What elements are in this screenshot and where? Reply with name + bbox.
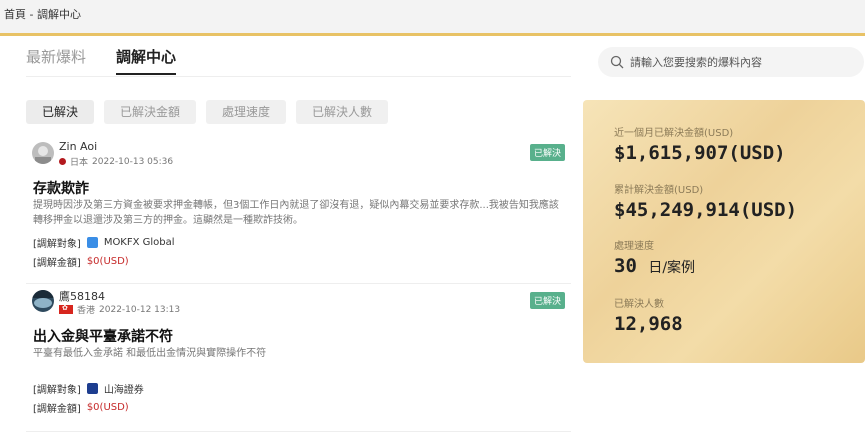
mediation-amount-label: [調解金額]: [33, 258, 81, 269]
broker-name[interactable]: 山海證券: [104, 381, 144, 396]
stat-monthly-resolved-amount: 近一個月已解決金額(USD) $1,615,907(USD): [614, 124, 786, 164]
mediation-amount-row: [調解金額] $0(USD): [33, 254, 129, 269]
location: 香港: [77, 306, 96, 316]
filter-resolved-count[interactable]: 已解決人數: [296, 100, 389, 124]
stat-label: 累計解決金額(USD): [614, 185, 704, 196]
search-icon: [610, 55, 624, 69]
breadcrumb[interactable]: 首頁 - 調解中心: [4, 6, 81, 22]
tab-bar: 最新爆料 調解中心: [26, 46, 177, 75]
japan-flag-icon: [59, 158, 66, 165]
stat-label: 近一個月已解決金額(USD): [614, 128, 734, 139]
top-bar: 首頁 - 調解中心: [0, 0, 865, 36]
broker-logo-icon: [86, 237, 98, 248]
user-name[interactable]: Zin Aoi: [59, 140, 97, 153]
search-box[interactable]: [598, 47, 864, 77]
filter-resolved[interactable]: 已解決: [26, 100, 95, 124]
stat-unit: 日/案例: [648, 260, 696, 276]
user-name[interactable]: 鷹58184: [59, 288, 105, 304]
hong-kong-flag-icon: [59, 304, 73, 314]
complaint-list: Zin Aoi 日本 2022-10-13 05:36 已解決 存款欺詐 提現時…: [26, 136, 571, 432]
complaint-description: 提現時因涉及第三方資金被要求押金轉帳，但3個工作日內就退了卻沒有退，疑似內幕交易…: [33, 200, 559, 226]
timestamp: 2022-10-12 13:13: [99, 304, 181, 315]
stat-number: 30: [614, 255, 637, 277]
complaint-title[interactable]: 出入金與平臺承諾不符: [33, 326, 173, 346]
mediation-amount: $0(USD): [86, 256, 129, 267]
filter-processing-speed[interactable]: 處理速度: [206, 100, 287, 124]
filter-bar: 已解決 已解決金額 處理速度 已解決人數: [26, 100, 389, 124]
complaint-card[interactable]: Zin Aoi 日本 2022-10-13 05:36 已解決 存款欺詐 提現時…: [26, 136, 571, 284]
broker-name[interactable]: MOKFX Global: [104, 237, 175, 248]
avatar[interactable]: [32, 142, 54, 164]
mediation-target-row: [調解對象] 山海證券: [33, 381, 144, 396]
divider: [26, 76, 571, 77]
complaint-description: 平臺有最低入金承諾 和最低出金情況與實際操作不符: [33, 348, 267, 359]
stat-resolved-count: 已解決人數 12,968: [614, 295, 683, 335]
search-input[interactable]: [630, 55, 850, 69]
tab-latest-exposure[interactable]: 最新爆料: [26, 46, 86, 75]
mediation-target-row: [調解對象] MOKFX Global: [33, 235, 175, 250]
avatar[interactable]: [32, 290, 54, 312]
stat-value: $45,249,914(USD): [614, 199, 798, 221]
location: 日本: [70, 158, 89, 168]
mediation-target-label: [調解對象]: [33, 239, 81, 250]
mediation-amount: $0(USD): [86, 402, 129, 413]
stat-value: 12,968: [614, 313, 683, 335]
stat-value: $1,615,907(USD): [614, 142, 786, 164]
timestamp: 2022-10-13 05:36: [92, 156, 174, 167]
stat-processing-speed: 處理速度 30 日/案例: [614, 237, 695, 277]
stats-panel: 近一個月已解決金額(USD) $1,615,907(USD) 累計解決金額(US…: [583, 100, 865, 363]
complaint-card[interactable]: 鷹58184 香港 2022-10-12 13:13 已解決 出入金與平臺承諾不…: [26, 284, 571, 432]
post-meta: 日本 2022-10-13 05:36: [59, 155, 173, 168]
stat-value: 30 日/案例: [614, 255, 695, 277]
status-badge: 已解決: [529, 292, 565, 309]
post-meta: 香港 2022-10-12 13:13: [59, 303, 180, 316]
status-badge: 已解決: [529, 144, 565, 161]
broker-logo-icon: [86, 383, 98, 394]
mediation-target-label: [調解對象]: [33, 385, 81, 396]
stat-total-resolved-amount: 累計解決金額(USD) $45,249,914(USD): [614, 181, 797, 221]
complaint-title[interactable]: 存款欺詐: [33, 178, 89, 198]
mediation-amount-label: [調解金額]: [33, 404, 81, 415]
tab-mediation-center[interactable]: 調解中心: [116, 46, 177, 75]
stat-label: 處理速度: [614, 241, 654, 252]
filter-resolved-amount[interactable]: 已解決金額: [104, 100, 197, 124]
stat-label: 已解決人數: [614, 299, 664, 310]
mediation-amount-row: [調解金額] $0(USD): [33, 400, 129, 415]
